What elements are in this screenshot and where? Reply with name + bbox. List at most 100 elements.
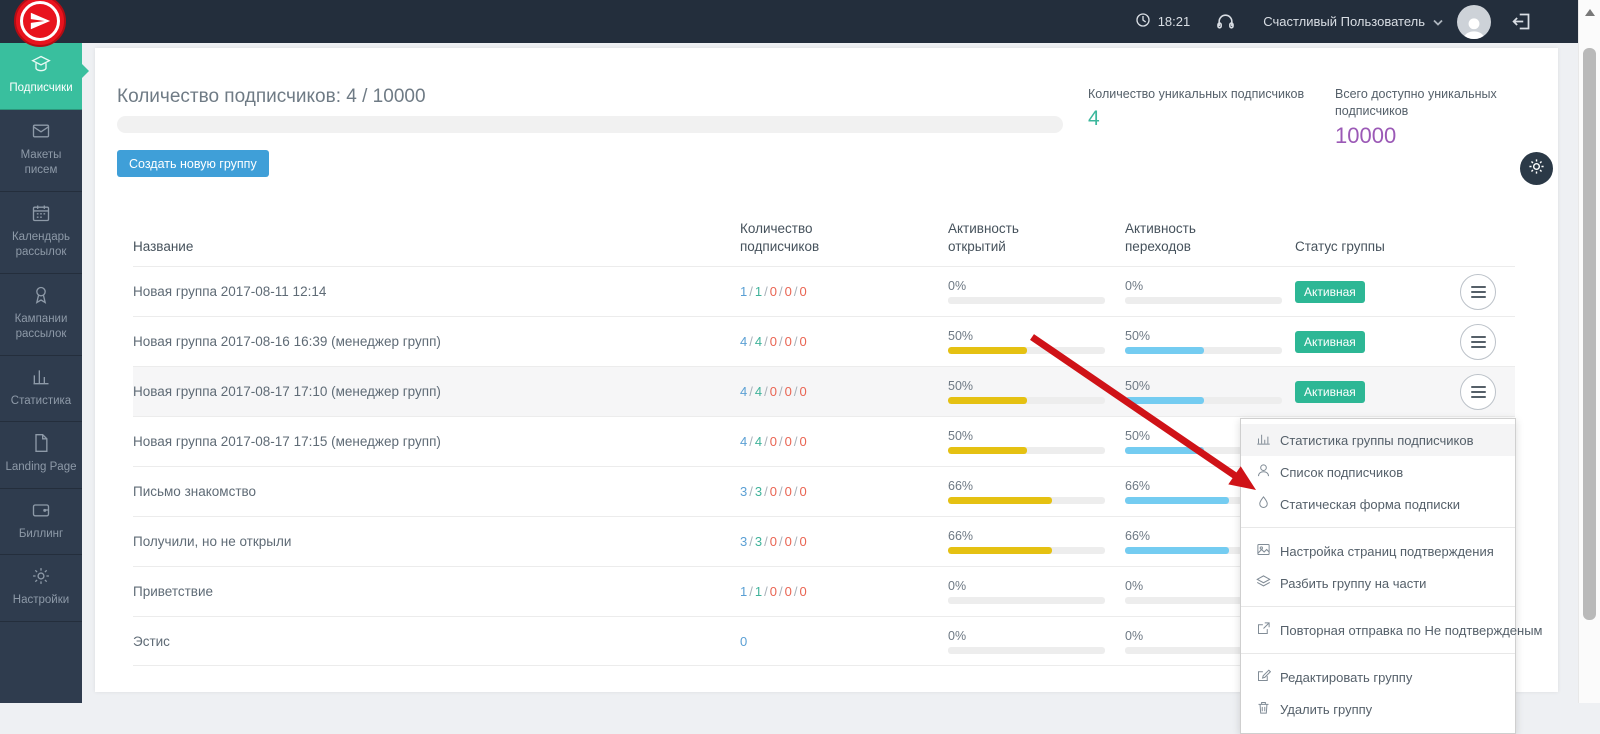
subscriber-counts: 1/1/0/0/0 bbox=[740, 284, 948, 299]
sidebar-item-subscribers[interactable]: Подписчики bbox=[0, 43, 82, 110]
group-name[interactable]: Новая группа 2017-08-16 16:39 (менеджер … bbox=[133, 334, 740, 349]
support-headphones-icon[interactable] bbox=[1216, 12, 1235, 31]
subscriber-counts: 1/1/0/0/0 bbox=[740, 584, 948, 599]
status-badge: Активная bbox=[1295, 281, 1365, 303]
menu-item-label: Удалить группу bbox=[1280, 702, 1372, 717]
scrollbar-thumb[interactable] bbox=[1583, 48, 1596, 620]
layers-icon bbox=[1256, 574, 1271, 592]
menu-item-label: Настройка страниц подтверждения bbox=[1280, 544, 1494, 559]
bar-chart-icon bbox=[1256, 431, 1271, 449]
sidebar-item-label: Статистика bbox=[11, 395, 71, 407]
user-menu[interactable]: Счастливый Пользователь bbox=[1263, 14, 1443, 29]
sidebar: Подписчики Макеты писем Календарь рассылок… bbox=[0, 43, 82, 703]
menu-item-confirm-pages[interactable]: Настройка страниц подтверждения bbox=[1241, 535, 1515, 567]
subscriber-counts: 0 bbox=[740, 634, 948, 649]
create-group-button[interactable]: Создать новую группу bbox=[117, 150, 269, 177]
menu-item-label: Статистика группы подписчиков bbox=[1280, 433, 1473, 448]
page-icon bbox=[3, 433, 79, 455]
col-header-click-activity: Активность переходов bbox=[1125, 220, 1245, 256]
avatar[interactable] bbox=[1457, 5, 1491, 39]
sidebar-item-landing[interactable]: Landing Page bbox=[0, 422, 82, 489]
open-activity-bar: 50% bbox=[948, 429, 1125, 454]
envelope-icon bbox=[3, 121, 79, 143]
award-icon bbox=[3, 285, 79, 307]
clock-icon bbox=[1135, 12, 1151, 31]
menu-divider bbox=[1241, 653, 1515, 654]
image-icon bbox=[1256, 542, 1271, 560]
row-menu-button[interactable] bbox=[1460, 324, 1496, 360]
page-title: Количество подписчиков: 4 / 10000 bbox=[117, 86, 426, 108]
total-available-label: Всего доступно уникальных подписчиков bbox=[1335, 86, 1535, 120]
row-menu-button[interactable] bbox=[1460, 274, 1496, 310]
total-available-stat: Всего доступно уникальных подписчиков 10… bbox=[1335, 86, 1535, 149]
wallet-icon bbox=[3, 500, 79, 522]
topbar: 18:21 Счастливый Пользователь bbox=[0, 0, 1578, 43]
menu-divider bbox=[1241, 606, 1515, 607]
group-status-cell: Активная bbox=[1295, 331, 1460, 353]
sidebar-item-label: Биллинг bbox=[19, 528, 63, 540]
sidebar-item-settings[interactable]: Настройки bbox=[0, 555, 82, 622]
open-activity-bar: 0% bbox=[948, 579, 1125, 604]
unique-subscribers-value: 4 bbox=[1088, 107, 1338, 131]
group-name[interactable]: Новая группа 2017-08-17 17:15 (менеджер … bbox=[133, 434, 740, 449]
group-name[interactable]: Письмо знакомство bbox=[133, 484, 740, 499]
menu-item-delete-group[interactable]: Удалить группу bbox=[1241, 693, 1515, 725]
menu-item-group-stats[interactable]: Статистика группы подписчиков bbox=[1241, 424, 1515, 456]
col-header-group-status: Статус группы bbox=[1295, 238, 1415, 256]
menu-item-subscriber-list[interactable]: Список подписчиков bbox=[1241, 456, 1515, 488]
click-activity-bar: 50% bbox=[1125, 379, 1295, 404]
sidebar-item-label: Подписчики bbox=[9, 82, 72, 94]
sidebar-item-campaigns[interactable]: Кампании рассылок bbox=[0, 274, 82, 356]
row-menu-button[interactable] bbox=[1460, 374, 1496, 410]
sidebar-item-statistics[interactable]: Статистика bbox=[0, 356, 82, 423]
group-name[interactable]: Новая группа 2017-08-11 12:14 bbox=[133, 284, 740, 299]
menu-item-label: Повторная отправка по Не подтвержденым bbox=[1280, 623, 1542, 638]
subscriber-counts: 4/4/0/0/0 bbox=[740, 384, 948, 399]
group-name[interactable]: Эстис bbox=[133, 634, 740, 649]
topbar-time: 18:21 bbox=[1158, 14, 1191, 29]
table-row: Новая группа 2017-08-11 12:141/1/0/0/0 0%… bbox=[133, 266, 1515, 316]
gear-icon bbox=[3, 566, 79, 588]
menu-item-split-group[interactable]: Разбить группу на части bbox=[1241, 567, 1515, 599]
table-row: Новая группа 2017-08-17 17:10 (менеджер … bbox=[133, 366, 1515, 416]
menu-divider bbox=[1241, 527, 1515, 528]
sidebar-item-label: Кампании рассылок bbox=[15, 313, 68, 341]
group-status-cell: Активная bbox=[1295, 381, 1460, 403]
page-scrollbar[interactable] bbox=[1578, 0, 1600, 703]
group-name[interactable]: Новая группа 2017-08-17 17:10 (менеджер … bbox=[133, 384, 740, 399]
group-context-menu: Статистика группы подписчиков Список подп… bbox=[1240, 418, 1516, 734]
menu-item-label: Разбить группу на части bbox=[1280, 576, 1426, 591]
open-activity-bar: 66% bbox=[948, 479, 1125, 504]
sidebar-item-calendar[interactable]: Календарь рассылок bbox=[0, 192, 82, 274]
sidebar-item-billing[interactable]: Биллинг bbox=[0, 489, 82, 556]
sidebar-item-label: Landing Page bbox=[6, 461, 77, 473]
status-badge: Активная bbox=[1295, 331, 1365, 353]
group-name[interactable]: Получили, но не открыли bbox=[133, 534, 740, 549]
col-header-open-activity: Активность открытий bbox=[948, 220, 1068, 256]
open-activity-bar: 50% bbox=[948, 379, 1125, 404]
gear-icon bbox=[1528, 158, 1545, 180]
scrollbar-up-arrow[interactable] bbox=[1585, 4, 1595, 16]
subscriber-counts: 3/3/0/0/0 bbox=[740, 484, 948, 499]
click-activity-bar: 0% bbox=[1125, 279, 1295, 304]
sidebar-item-label: Настройки bbox=[13, 594, 69, 606]
menu-item-static-form[interactable]: Статическая форма подписки bbox=[1241, 488, 1515, 520]
sidebar-item-label: Календарь рассылок bbox=[12, 231, 70, 259]
logout-icon[interactable] bbox=[1511, 11, 1532, 32]
subscriber-counts: 4/4/0/0/0 bbox=[740, 334, 948, 349]
open-activity-bar: 50% bbox=[948, 329, 1125, 354]
user-icon bbox=[1256, 463, 1271, 481]
menu-item-edit-group[interactable]: Редактировать группу bbox=[1241, 661, 1515, 693]
topbar-username: Счастливый Пользователь bbox=[1263, 14, 1425, 29]
paper-plane-icon bbox=[20, 1, 60, 41]
col-header-name: Название bbox=[133, 238, 740, 256]
open-activity-bar: 0% bbox=[948, 629, 1125, 654]
group-name[interactable]: Приветствие bbox=[133, 584, 740, 599]
table-row: Новая группа 2017-08-16 16:39 (менеджер … bbox=[133, 316, 1515, 366]
sidebar-item-templates[interactable]: Макеты писем bbox=[0, 110, 82, 192]
table-settings-button[interactable] bbox=[1520, 152, 1553, 185]
sidebar-item-label: Макеты писем bbox=[21, 149, 62, 177]
menu-item-label: Список подписчиков bbox=[1280, 465, 1403, 480]
chevron-down-icon bbox=[1433, 14, 1443, 29]
menu-item-resend-unconfirmed[interactable]: Повторная отправка по Не подтвержденым bbox=[1241, 614, 1515, 646]
